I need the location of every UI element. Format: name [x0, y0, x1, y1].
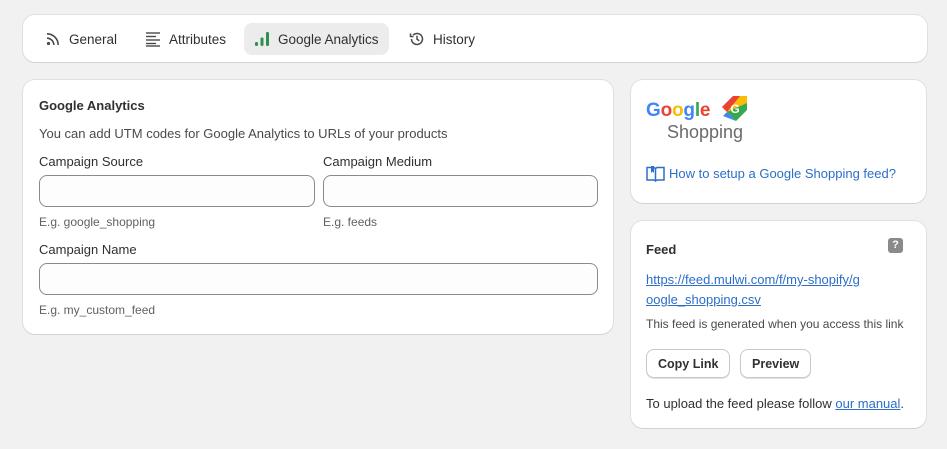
campaign-medium-label: Campaign Medium	[323, 154, 433, 169]
feed-note: This feed is generated when you access t…	[646, 317, 904, 331]
feed-footer-suffix: .	[900, 396, 905, 411]
feed-title: Feed	[646, 242, 677, 257]
section-title: Google Analytics	[39, 98, 145, 113]
section-description: You can add UTM codes for Google Analyti…	[39, 126, 448, 141]
tab-google-analytics-label: Google Analytics	[278, 31, 379, 47]
tab-general[interactable]: General	[35, 23, 127, 55]
campaign-name-input[interactable]	[39, 263, 598, 295]
campaign-source-label: Campaign Source	[39, 154, 144, 169]
setup-guide-link[interactable]: How to setup a Google Shopping feed?	[646, 165, 896, 182]
feed-footer-prefix: To upload the feed please follow	[646, 396, 836, 411]
feed-url-link[interactable]: https://feed.mulwi.com/f/my-shopify/goog…	[646, 270, 866, 310]
tab-history-label: History	[433, 31, 476, 47]
google-analytics-card: Google Analytics You can add UTM codes f…	[23, 80, 613, 334]
shopping-tag-icon: G	[722, 96, 747, 121]
tab-history[interactable]: History	[399, 23, 485, 55]
campaign-name-label: Campaign Name	[39, 242, 137, 257]
svg-text:G: G	[730, 102, 739, 116]
setup-guide-link-label: How to setup a Google Shopping feed?	[669, 166, 896, 181]
feed-footer: To upload the feed please follow our man…	[646, 396, 904, 411]
shopping-wordmark: Shopping	[667, 122, 744, 142]
copy-link-button[interactable]: Copy Link	[646, 349, 731, 378]
tabs-bar: General Attributes Google Analytics Hist…	[23, 15, 927, 62]
campaign-source-hint: E.g. google_shopping	[39, 215, 156, 229]
google-shopping-logo: Google G Shopping	[646, 94, 766, 146]
book-icon	[646, 166, 665, 182]
feed-card: Feed ? https://feed.mulwi.com/f/my-shopi…	[631, 221, 926, 428]
campaign-name-hint: E.g. my_custom_feed	[39, 303, 156, 317]
preview-button[interactable]: Preview	[740, 349, 812, 378]
tab-general-label: General	[69, 31, 118, 47]
campaign-medium-hint: E.g. feeds	[323, 215, 378, 229]
bar-chart-icon	[254, 31, 270, 47]
tab-attributes[interactable]: Attributes	[135, 23, 236, 55]
help-icon[interactable]: ?	[888, 238, 903, 253]
tab-google-analytics[interactable]: Google Analytics	[244, 23, 389, 55]
google-shopping-card: Google G Shopping How to setup a Google …	[631, 80, 926, 203]
history-clock-icon	[409, 31, 425, 47]
campaign-source-input[interactable]	[39, 175, 315, 207]
campaign-medium-input[interactable]	[323, 175, 598, 207]
tab-attributes-label: Attributes	[169, 31, 227, 47]
manual-link[interactable]: our manual	[835, 396, 900, 411]
rss-icon	[45, 31, 61, 47]
google-wordmark: Google	[646, 100, 711, 121]
list-lines-icon	[145, 31, 161, 47]
